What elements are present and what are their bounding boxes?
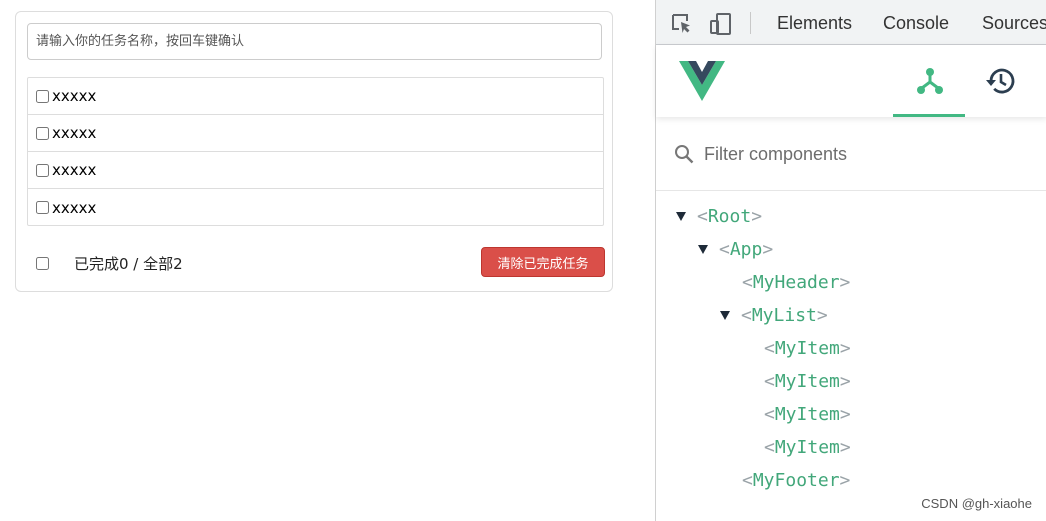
todo-item: xxxxx bbox=[28, 152, 603, 189]
tree-node-label: MyList bbox=[751, 304, 817, 326]
todo-item-title: xxxxx bbox=[52, 161, 97, 179]
expand-arrow-icon[interactable] bbox=[698, 244, 708, 254]
filter-components-input[interactable] bbox=[704, 140, 1024, 168]
toolbar-divider bbox=[750, 12, 751, 34]
component-tree-icon bbox=[917, 68, 943, 94]
tree-node-label: MyHeader bbox=[752, 271, 840, 293]
expand-arrow-icon[interactable] bbox=[720, 310, 730, 320]
active-tab-indicator bbox=[893, 114, 965, 117]
todo-item-title: xxxxx bbox=[52, 198, 97, 217]
select-all-checkbox[interactable] bbox=[36, 256, 49, 270]
todo-footer: 已完成0 / 全部2 清除已完成任务 bbox=[27, 246, 605, 280]
tree-node-label: App bbox=[729, 238, 763, 260]
inspect-element-icon[interactable] bbox=[670, 12, 694, 36]
history-icon[interactable] bbox=[985, 65, 1017, 101]
watermark: CSDN @gh-xiaohe bbox=[921, 496, 1032, 511]
todo-item-title: xxxxx bbox=[52, 124, 97, 142]
tab-sources[interactable]: Sources bbox=[982, 13, 1046, 34]
todo-item-title: xxxxx bbox=[52, 87, 97, 105]
app-viewport: xxxxx xxxxx xxxxx xxxxx 已完成0 / 全部2 清除已完成… bbox=[0, 0, 654, 521]
devtools-panel: Elements Console Sources Filter componen… bbox=[655, 0, 1046, 521]
tab-console[interactable]: Console bbox=[883, 13, 949, 34]
todo-item-checkbox[interactable] bbox=[36, 163, 49, 177]
tree-node-myitem[interactable]: < MyItem > bbox=[764, 333, 851, 363]
expand-arrow-icon[interactable] bbox=[676, 211, 686, 221]
tree-node-app[interactable]: < App > bbox=[698, 234, 773, 264]
todo-list: xxxxx xxxxx xxxxx xxxxx bbox=[27, 77, 604, 226]
filter-bar bbox=[656, 128, 1046, 191]
todo-item: xxxxx bbox=[28, 78, 603, 115]
task-name-input[interactable] bbox=[27, 23, 602, 60]
vue-logo bbox=[679, 61, 725, 105]
device-toolbar-icon[interactable] bbox=[709, 12, 733, 36]
tree-node-label: MyItem bbox=[774, 403, 840, 425]
todo-item-checkbox[interactable] bbox=[36, 89, 49, 103]
tree-node-label: MyItem bbox=[774, 337, 840, 359]
clear-completed-button[interactable]: 清除已完成任务 bbox=[481, 247, 605, 277]
tree-node-mylist[interactable]: < MyList > bbox=[720, 300, 828, 330]
tree-node-myheader[interactable]: < MyHeader > bbox=[742, 267, 850, 297]
tree-node-label: MyItem bbox=[774, 436, 840, 458]
search-icon bbox=[674, 144, 694, 168]
todo-item-checkbox[interactable] bbox=[36, 126, 49, 140]
todo-container: xxxxx xxxxx xxxxx xxxxx 已完成0 / 全部2 清除已完成… bbox=[15, 11, 613, 292]
tree-node-myitem[interactable]: < MyItem > bbox=[764, 399, 851, 429]
tree-node-myitem[interactable]: < MyItem > bbox=[764, 432, 851, 462]
todo-item: xxxxx bbox=[28, 189, 603, 226]
tab-components[interactable] bbox=[893, 45, 965, 117]
devtools-toolbar: Elements Console Sources bbox=[656, 0, 1046, 45]
tab-elements[interactable]: Elements bbox=[777, 13, 852, 34]
tree-node-myfooter[interactable]: < MyFooter > bbox=[742, 465, 850, 495]
vue-devtools-header bbox=[656, 45, 1046, 117]
tree-node-label: MyItem bbox=[774, 370, 840, 392]
tree-node-label: MyFooter bbox=[752, 469, 840, 491]
tree-node-myitem[interactable]: < MyItem > bbox=[764, 366, 851, 396]
tree-node-label: Root bbox=[707, 205, 752, 227]
todo-item: xxxxx bbox=[28, 115, 603, 152]
completed-count: 已完成0 / 全部2 bbox=[74, 254, 183, 273]
tree-node-root[interactable]: < Root > bbox=[676, 201, 762, 231]
todo-item-checkbox[interactable] bbox=[36, 201, 49, 214]
